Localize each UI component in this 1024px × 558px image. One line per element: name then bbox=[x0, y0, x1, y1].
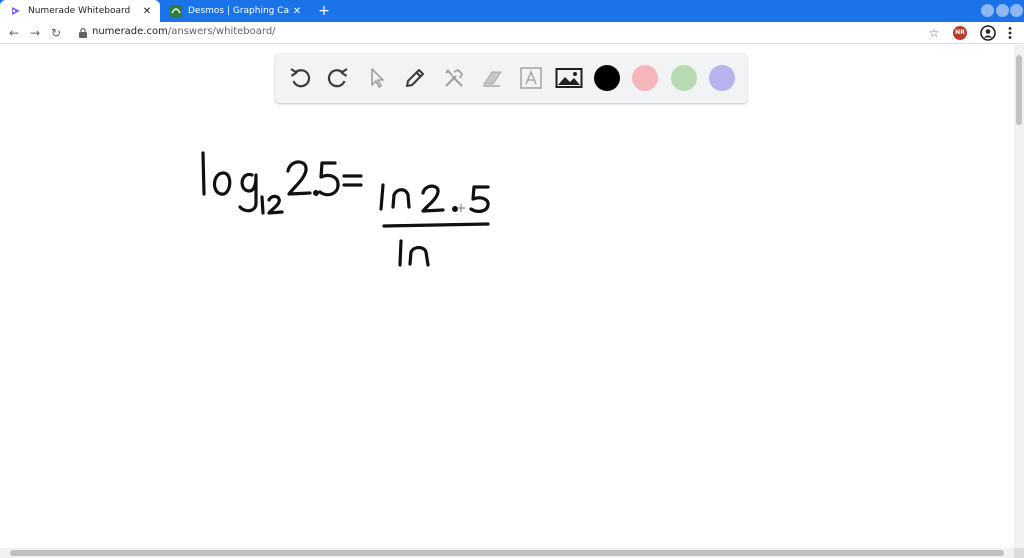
color-swatch-pink[interactable] bbox=[632, 65, 658, 91]
vertical-scroll-thumb[interactable] bbox=[1016, 55, 1022, 125]
undo-button[interactable] bbox=[286, 64, 314, 92]
horizontal-scroll-thumb[interactable] bbox=[10, 550, 1004, 556]
tab-title: Desmos | Graphing Calculator bbox=[188, 6, 290, 16]
lock-icon bbox=[79, 27, 87, 38]
redo-icon bbox=[327, 68, 348, 88]
color-swatch-lavender[interactable] bbox=[709, 65, 735, 91]
eraser-icon bbox=[483, 71, 502, 87]
stroke-5 bbox=[318, 161, 340, 197]
extension-icon[interactable]: NR bbox=[953, 26, 967, 40]
account-icon[interactable] bbox=[980, 25, 996, 41]
handwritten-equation bbox=[201, 151, 490, 267]
stroke-o bbox=[213, 171, 232, 196]
bookmark-star-icon[interactable]: ☆ bbox=[926, 25, 942, 41]
tools-icon bbox=[445, 68, 464, 87]
close-tab-icon[interactable]: ✕ bbox=[140, 4, 154, 18]
tab-title: Numerade Whiteboard bbox=[28, 6, 131, 16]
back-button[interactable]: ← bbox=[6, 25, 22, 41]
close-tab-icon[interactable]: ✕ bbox=[290, 4, 304, 18]
close-window-icon[interactable] bbox=[1010, 4, 1023, 17]
image-button[interactable] bbox=[555, 64, 583, 92]
reload-button[interactable]: ↻ bbox=[48, 25, 64, 41]
color-swatch-black[interactable] bbox=[594, 65, 620, 91]
menu-kebab-icon[interactable] bbox=[1005, 25, 1015, 41]
stroke-num-5 bbox=[469, 185, 490, 213]
stroke-l bbox=[201, 151, 206, 196]
pencil-icon bbox=[406, 69, 424, 87]
browser-toolbar: ← → ↻ numerade.com/answers/whiteboard/ ☆… bbox=[0, 22, 1024, 44]
numerade-favicon-icon bbox=[10, 5, 22, 17]
scroll-corner bbox=[1014, 548, 1024, 558]
tab-strip: Numerade Whiteboard ✕ Desmos | Graphing … bbox=[0, 0, 1024, 22]
address-bar[interactable]: numerade.com/answers/whiteboard/ bbox=[92, 26, 276, 37]
stroke-2 bbox=[286, 160, 312, 196]
horizontal-scrollbar[interactable] bbox=[0, 548, 1014, 558]
whiteboard-toolbar bbox=[275, 53, 747, 103]
color-swatch-green[interactable] bbox=[671, 65, 697, 91]
pointer-icon bbox=[371, 68, 384, 88]
forward-button[interactable]: → bbox=[27, 25, 43, 41]
stroke-g bbox=[238, 172, 258, 213]
new-tab-button[interactable]: + bbox=[316, 3, 332, 19]
stroke-den-n bbox=[408, 245, 430, 267]
crosshair-cursor-icon bbox=[457, 204, 465, 212]
stroke-dot bbox=[313, 190, 320, 197]
stroke-num-2 bbox=[421, 184, 445, 213]
maximize-icon[interactable] bbox=[996, 4, 1009, 17]
undo-icon bbox=[290, 68, 311, 88]
redo-button[interactable] bbox=[324, 64, 352, 92]
minimize-icon[interactable] bbox=[981, 4, 994, 17]
whiteboard-canvas[interactable] bbox=[0, 45, 1014, 548]
stroke-num-l bbox=[379, 183, 385, 211]
stroke-num-dot bbox=[452, 206, 459, 213]
tools-button[interactable] bbox=[440, 64, 468, 92]
text-icon bbox=[520, 67, 542, 89]
url-path: /answers/whiteboard/ bbox=[167, 26, 276, 37]
desmos-favicon-icon bbox=[170, 5, 182, 17]
url-host: numerade.com bbox=[92, 26, 168, 37]
stroke-sub-1 bbox=[260, 195, 265, 215]
stroke-num-n bbox=[391, 188, 411, 209]
text-button[interactable] bbox=[517, 64, 545, 92]
image-icon bbox=[555, 68, 583, 88]
tab-desmos[interactable]: Desmos | Graphing Calculator ✕ bbox=[160, 0, 310, 22]
eraser-button[interactable] bbox=[478, 64, 506, 92]
vertical-scrollbar[interactable] bbox=[1014, 45, 1024, 548]
tab-numerade-whiteboard[interactable]: Numerade Whiteboard ✕ bbox=[0, 0, 160, 22]
stroke-sub-2 bbox=[267, 194, 284, 215]
stroke-den-l bbox=[398, 239, 403, 267]
stroke-fraction-bar bbox=[382, 222, 490, 228]
pointer-button[interactable] bbox=[363, 64, 391, 92]
pencil-button[interactable] bbox=[401, 64, 429, 92]
